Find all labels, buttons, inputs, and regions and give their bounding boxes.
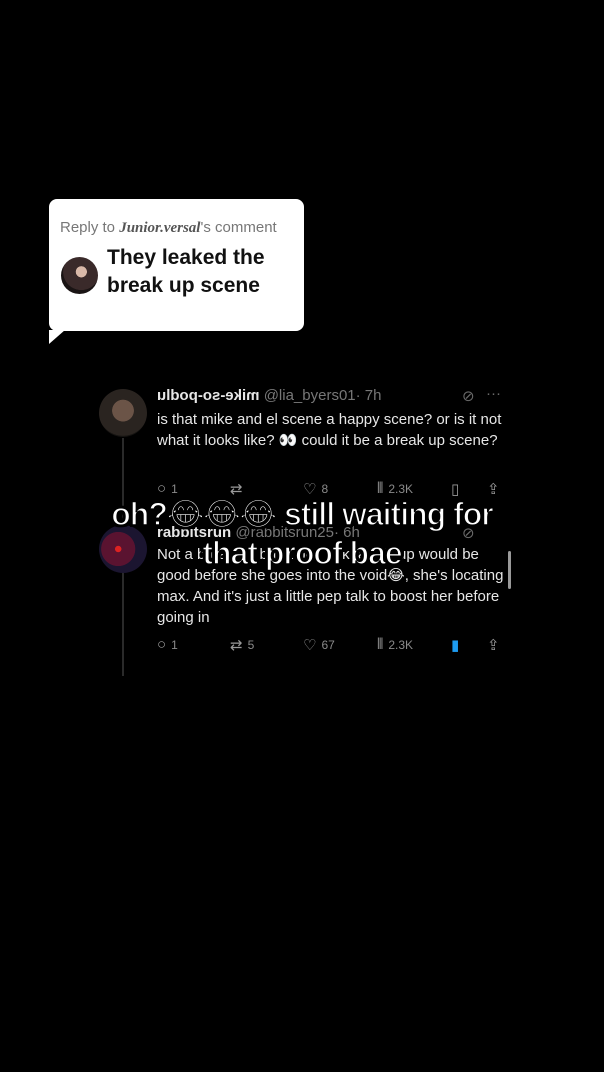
reply-username: Junior.versal: [119, 220, 201, 236]
display-name[interactable]: mike-so-podlu: [157, 387, 260, 404]
like-button[interactable]: ♡ 67: [303, 636, 335, 654]
heart-icon: ♡: [303, 637, 317, 654]
caption-line-2: that proof bae: [202, 534, 404, 572]
reply-message: They leaked the break up scene: [107, 246, 265, 297]
tweet-actions: ○ 1 ⇄ 5 ♡ 67 ⫴ 2.3K ▮ ⇪: [157, 636, 507, 656]
bookmark-icon: ▮: [451, 637, 460, 654]
reply-card: Reply to Junior.versal's comment They le…: [49, 199, 304, 344]
reply-icon: ○: [157, 636, 167, 653]
tweet-header: mike-so-podlu @lia_byers01· 7h: [157, 387, 382, 404]
views-button[interactable]: ⫴ 2.3K: [377, 636, 413, 653]
reply-card-tail: [49, 330, 65, 344]
reply-avatar: [61, 257, 98, 294]
tweet-text: is that mike and el scene a happy scene?…: [157, 411, 502, 449]
share-button[interactable]: ⇪: [487, 636, 500, 654]
share-icon: ⇪: [487, 637, 500, 654]
avatar[interactable]: [99, 389, 147, 437]
more-icon[interactable]: ···: [486, 385, 501, 402]
reply-header: Reply to Junior.versal's comment: [60, 218, 290, 238]
retweet-button[interactable]: ⇄ 5: [230, 636, 254, 654]
grok-icon[interactable]: ⊘: [462, 387, 475, 405]
caption-line-1: oh?😂😂😂 still waiting for: [111, 495, 495, 533]
views-icon: ⫴: [377, 636, 384, 653]
reply-suffix: 's comment: [200, 219, 277, 236]
reply-prefix: Reply to: [60, 219, 116, 236]
retweet-icon: ⇄: [230, 637, 243, 654]
bookmark-button[interactable]: ▮: [451, 636, 459, 654]
reply-button[interactable]: ○ 1: [157, 636, 178, 653]
handle[interactable]: @lia_byers01: [264, 387, 356, 404]
timestamp: · 7h: [355, 387, 382, 404]
